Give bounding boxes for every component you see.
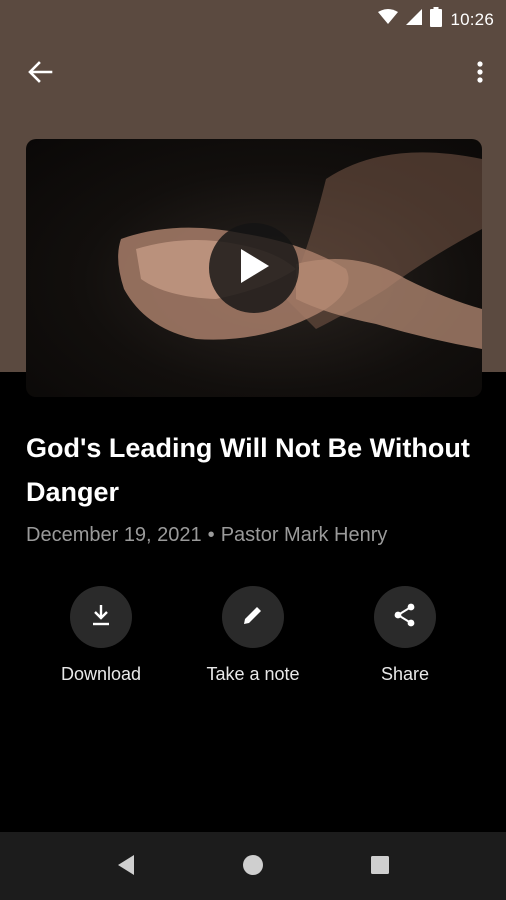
more-options-button[interactable] <box>468 56 492 92</box>
sermon-speaker: Pastor Mark Henry <box>220 524 388 546</box>
arrow-back-icon <box>27 60 53 89</box>
take-a-note-button[interactable]: Take a note <box>183 586 323 685</box>
nav-home-button[interactable] <box>240 854 266 880</box>
more-vert-icon <box>477 60 483 89</box>
sermon-title: God's Leading Will Not Be Without Danger <box>26 433 470 507</box>
status-time: 10:26 <box>450 9 494 29</box>
share-label: Share <box>380 664 430 684</box>
action-row: Download Take a note Share <box>0 586 506 696</box>
battery-icon <box>430 7 443 32</box>
pencil-icon <box>241 603 265 632</box>
back-button[interactable] <box>20 56 60 92</box>
nav-recents-button[interactable] <box>367 854 393 880</box>
play-button[interactable] <box>209 223 299 313</box>
share-icon <box>392 602 418 633</box>
sermon-date: December 19, 2021 <box>26 524 202 546</box>
take-a-note-label: Take a note <box>206 664 300 684</box>
note-circle[interactable] <box>222 586 284 648</box>
nav-back-icon <box>116 854 136 881</box>
app-bar <box>0 50 506 98</box>
meta-separator: • <box>207 524 215 546</box>
signal-icon <box>406 9 423 30</box>
wifi-icon <box>378 9 399 30</box>
play-icon <box>237 247 271 290</box>
status-bar: 10:26 <box>0 0 506 36</box>
download-circle[interactable] <box>70 586 132 648</box>
status-icons: 10:26 <box>378 7 494 32</box>
nav-home-icon <box>242 854 264 881</box>
download-button[interactable]: Download <box>31 586 171 685</box>
sermon-meta: December 19, 2021 • Pastor Mark Henry <box>26 524 387 547</box>
nav-recents-icon <box>370 855 390 880</box>
share-button[interactable]: Share <box>335 586 475 685</box>
video-thumbnail[interactable] <box>26 139 482 397</box>
share-circle[interactable] <box>374 586 436 648</box>
download-label: Download <box>60 664 142 684</box>
download-icon <box>88 602 114 633</box>
nav-back-button[interactable] <box>113 854 139 880</box>
system-nav-bar <box>0 832 506 900</box>
